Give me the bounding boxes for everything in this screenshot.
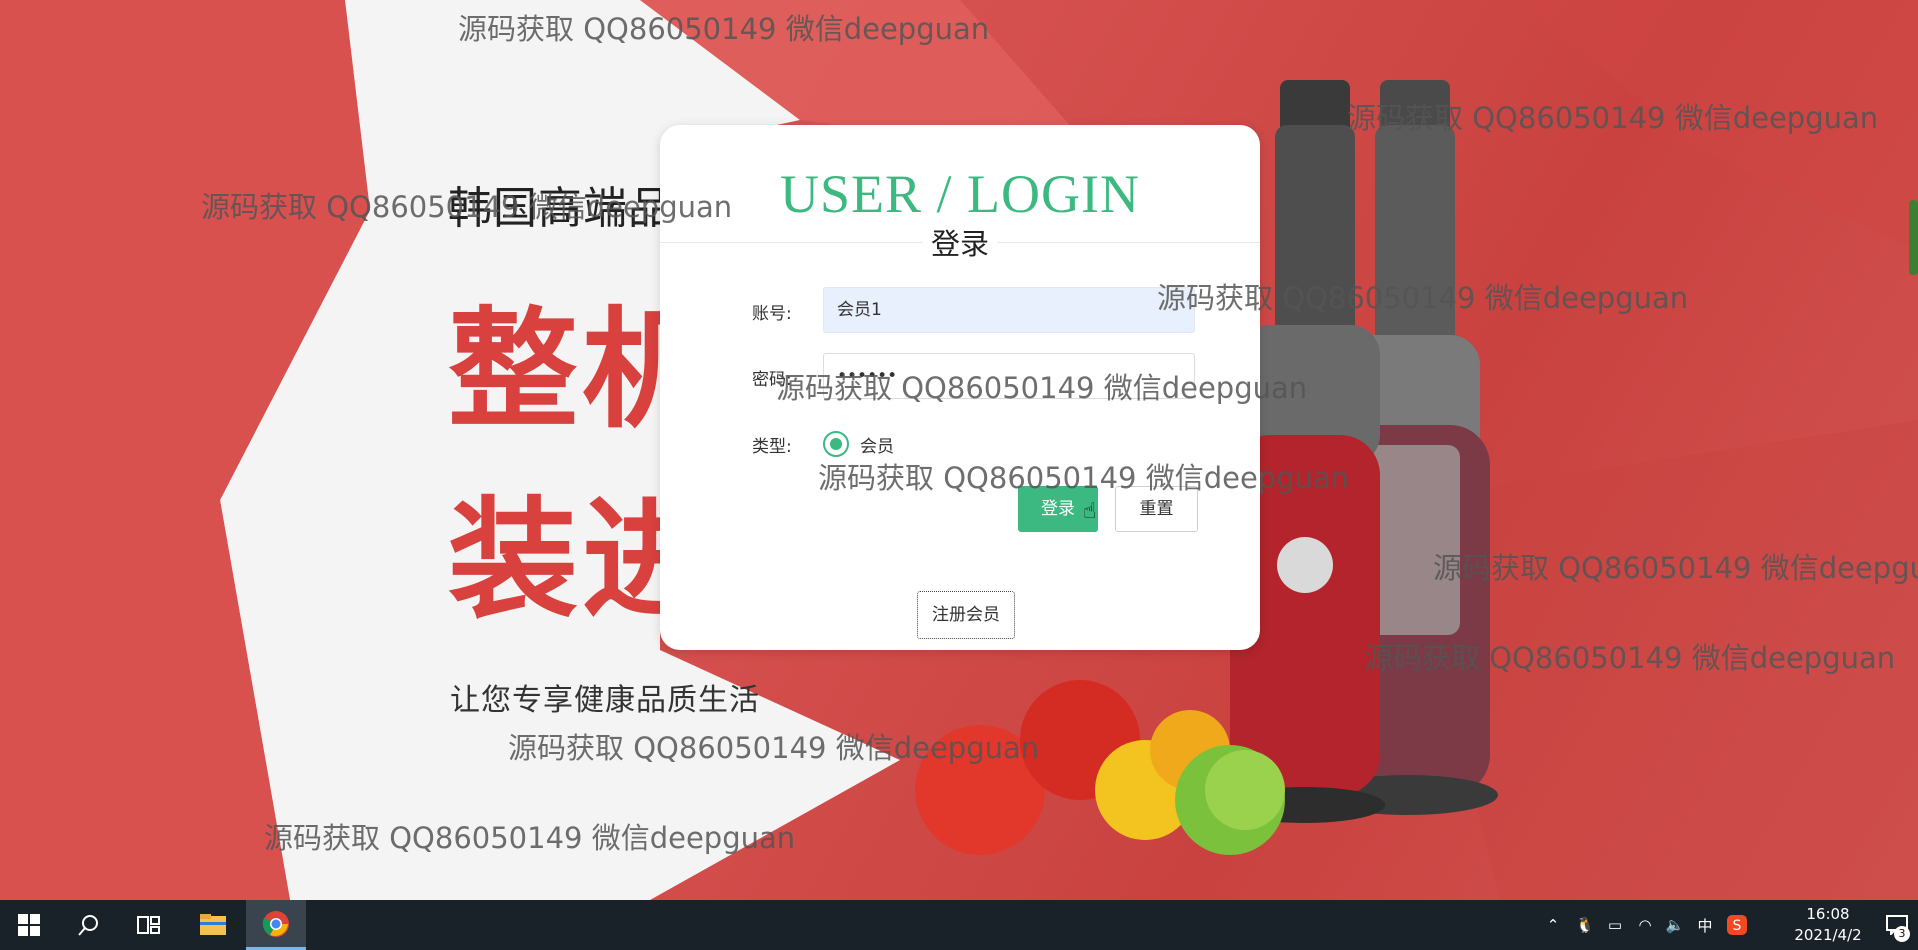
promo-subline: 让您专享健康品质生活 [450, 683, 760, 718]
wifi-icon[interactable]: ◠ [1630, 900, 1660, 950]
search-icon[interactable] [60, 900, 118, 950]
login-title: USER / LOGIN [780, 164, 1140, 224]
file-explorer-icon[interactable] [184, 900, 242, 950]
taskbar: ⌃ 🐧 ▭ ◠ 🔈 中 S 16:08 2021/4/2 3 [0, 900, 1918, 950]
clock-time: 16:08 [1806, 905, 1850, 923]
login-subtitle: 登录 [922, 221, 998, 263]
scrollbar-thumb[interactable] [1909, 200, 1918, 275]
watermark: 源码获取 QQ86050149 微信deepguan [458, 12, 990, 46]
svg-text:S: S [1733, 918, 1742, 934]
watermark: 源码获取 QQ86050149 微信deepguan [201, 190, 733, 224]
type-label: 类型: [752, 437, 792, 457]
watermark: 源码获取 QQ86050149 微信deepguan [1433, 551, 1918, 585]
chrome-icon[interactable] [246, 900, 306, 950]
hand-cursor-icon: ☝ [1083, 499, 1097, 524]
watermark: 源码获取 QQ86050149 微信deepguan [1347, 101, 1879, 135]
watermark: 源码获取 QQ86050149 微信deepguan [818, 461, 1350, 495]
account-label: 账号: [752, 304, 792, 324]
register-member-button[interactable]: 注册会员 [917, 591, 1015, 639]
ime-indicator[interactable]: 中 [1690, 900, 1720, 950]
watermark: 源码获取 QQ86050149 微信deepguan [1157, 281, 1689, 315]
notification-center-icon[interactable]: 3 [1876, 900, 1918, 950]
sogou-input-icon[interactable]: S [1722, 900, 1752, 950]
windows-start-icon[interactable] [0, 900, 58, 950]
watermark: 源码获取 QQ86050149 微信deepguan [776, 371, 1308, 405]
member-type-radio[interactable] [823, 431, 849, 457]
member-type-label[interactable]: 会员 [860, 432, 894, 457]
volume-icon[interactable]: 🔈 [1660, 900, 1690, 950]
account-input[interactable]: 会员1 [823, 287, 1195, 333]
task-view-icon[interactable] [120, 900, 178, 950]
taskbar-clock[interactable]: 16:08 2021/4/2 [1780, 904, 1876, 946]
clock-date: 2021/4/2 [1794, 926, 1862, 944]
tray-expand-icon[interactable]: ⌃ [1538, 900, 1568, 950]
watermark: 源码获取 QQ86050149 微信deepguan [508, 731, 1040, 765]
watermark: 源码获取 QQ86050149 微信deepguan [1364, 641, 1896, 675]
watermark: 源码获取 QQ86050149 微信deepguan [264, 821, 796, 855]
notification-count-badge: 3 [1894, 926, 1910, 942]
battery-icon[interactable]: ▭ [1600, 900, 1630, 950]
qq-tray-icon[interactable]: 🐧 [1570, 900, 1600, 950]
